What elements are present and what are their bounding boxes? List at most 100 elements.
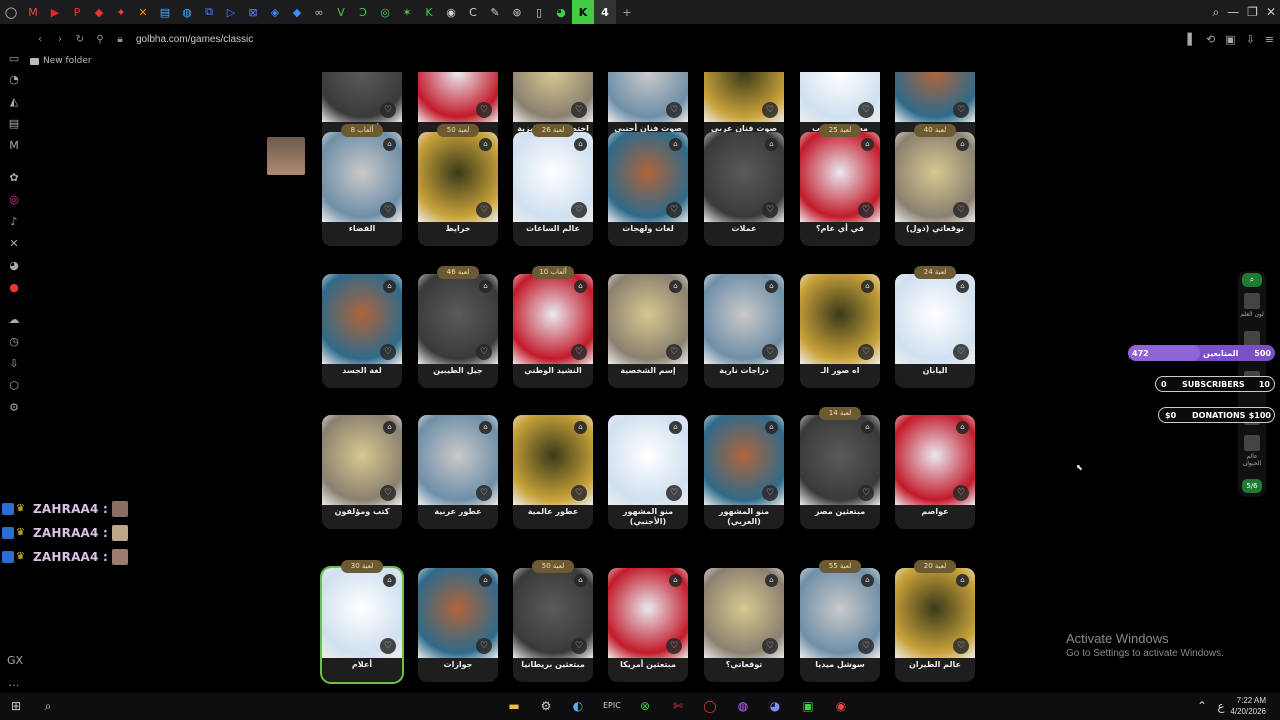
favorite-heart-icon[interactable]: ♡ (666, 102, 682, 118)
info-icon[interactable]: ⌂ (765, 280, 778, 293)
tab-icon[interactable]: ◆ (88, 0, 110, 24)
game-card[interactable]: ⌂ ♡ عواصم (895, 415, 975, 529)
info-icon[interactable]: ⌂ (669, 421, 682, 434)
tab-icon[interactable]: ◕ (550, 0, 572, 24)
favorite-heart-icon[interactable]: ♡ (953, 102, 969, 118)
tab-icon[interactable]: ⧉ (198, 0, 220, 24)
favorite-heart-icon[interactable]: ♡ (380, 638, 396, 654)
reload-icon[interactable]: ↻ (70, 34, 90, 45)
language-icon[interactable]: ع (1213, 698, 1229, 714)
favorite-heart-icon[interactable]: ♡ (476, 638, 492, 654)
chatgpt-icon[interactable]: ✿ (7, 171, 21, 185)
tiktok-icon[interactable]: ♪ (7, 215, 21, 229)
tab-icon[interactable]: ▯ (528, 0, 550, 24)
favorite-heart-icon[interactable]: ♡ (571, 344, 587, 360)
favorite-heart-icon[interactable]: ♡ (666, 638, 682, 654)
tab-icon[interactable]: Ɔ (352, 0, 374, 24)
aria-icon[interactable]: ◔ (7, 73, 21, 87)
game-card[interactable]: ⌂ ♡ 8 ألعاب الفضاء (322, 124, 402, 246)
pinterest-tab-icon[interactable]: P (66, 0, 88, 24)
favorite-heart-icon[interactable]: ♡ (762, 638, 778, 654)
game-card[interactable]: ⌂ ♡ 14 لعبة مبتعثين مصر (800, 407, 880, 529)
tab-icon[interactable]: ✦ (110, 0, 132, 24)
game-card[interactable]: ⌂ ♡ إسم الشخصية (608, 274, 688, 388)
game-card[interactable]: ⌂ ♡ كتب ومؤلفون (322, 415, 402, 529)
tab-icon[interactable]: ▷ (220, 0, 242, 24)
favorite-heart-icon[interactable]: ♡ (762, 102, 778, 118)
game-card[interactable]: ⌂ ♡ 30 لعبة أعلام (320, 560, 404, 684)
settings-icon[interactable]: ⚙ (538, 698, 554, 714)
instagram-icon[interactable]: ◎ (7, 193, 21, 207)
capcut-icon[interactable]: ✄ (670, 698, 686, 714)
favorite-heart-icon[interactable]: ♡ (380, 344, 396, 360)
bookmark-new-folder[interactable]: New folder (43, 56, 92, 66)
favorite-heart-icon[interactable]: ♡ (380, 202, 396, 218)
extensions-icon[interactable]: ⬡ (7, 379, 21, 393)
workspaces-icon[interactable]: ▭ (7, 52, 21, 66)
favorite-heart-icon[interactable]: ♡ (953, 202, 969, 218)
game-card[interactable]: ⌂ ♡ منو المشهور (العربي) (704, 415, 784, 529)
info-icon[interactable]: ⌂ (479, 280, 492, 293)
favorite-heart-icon[interactable]: ♡ (858, 344, 874, 360)
info-icon[interactable]: ⌂ (765, 421, 778, 434)
favorite-heart-icon[interactable]: ♡ (476, 202, 492, 218)
steam-icon[interactable]: ◐ (570, 698, 586, 714)
favorite-heart-icon[interactable]: ♡ (858, 102, 874, 118)
info-icon[interactable]: ⌂ (383, 138, 396, 151)
favorite-heart-icon[interactable]: ♡ (953, 638, 969, 654)
tab-icon[interactable]: ◍ (176, 0, 198, 24)
panel-thumbnail[interactable] (1244, 435, 1260, 451)
game-card[interactable]: ⌂ ♡ لغة الجسد (322, 274, 402, 388)
notes-icon[interactable]: ▤ (7, 117, 21, 131)
epic-icon[interactable]: EPIC (603, 698, 621, 714)
app-icon[interactable]: ● (7, 281, 21, 295)
tray-chevron-icon[interactable]: ⌃ (1194, 698, 1210, 714)
favorite-heart-icon[interactable]: ♡ (476, 485, 492, 501)
extension-icon[interactable]: ▣ (1225, 33, 1235, 46)
favorite-heart-icon[interactable]: ♡ (571, 638, 587, 654)
tab-icon[interactable]: ◎ (374, 0, 396, 24)
favorite-heart-icon[interactable]: ♡ (762, 344, 778, 360)
new-tab-icon[interactable]: + (616, 0, 638, 24)
tab-icon[interactable]: ◈ (264, 0, 286, 24)
tab-icon[interactable]: V (330, 0, 352, 24)
favorite-heart-icon[interactable]: ♡ (953, 344, 969, 360)
forward-icon[interactable]: › (50, 34, 70, 45)
game-card[interactable]: ⌂ ♡ عطور عربية (418, 415, 498, 529)
tab-icon[interactable]: ✕ (132, 0, 154, 24)
info-icon[interactable]: ⌂ (956, 280, 969, 293)
active-tab[interactable]: 4 (594, 0, 616, 24)
info-icon[interactable]: ⌂ (669, 280, 682, 293)
info-icon[interactable]: ⌂ (383, 574, 396, 587)
maximize-icon[interactable]: ❐ (1247, 5, 1258, 19)
minimize-icon[interactable]: — (1227, 5, 1239, 19)
discord-icon[interactable]: ◕ (7, 259, 21, 273)
sidebar-toggle-icon[interactable]: ▌ (1187, 33, 1195, 46)
game-card[interactable]: ⌂ ♡ توقعاتي؟ (704, 568, 784, 682)
gx-icon[interactable]: GX (7, 654, 23, 668)
game-card[interactable]: ⌂ ♡ دراجات نارية (704, 274, 784, 388)
opera-gx-icon[interactable]: ◯ (702, 698, 718, 714)
favorite-heart-icon[interactable]: ♡ (666, 344, 682, 360)
favorite-heart-icon[interactable]: ♡ (571, 102, 587, 118)
tab-icon[interactable]: ◉ (440, 0, 462, 24)
game-card[interactable]: ⌂ ♡ 46 لعبة جيل الطيبين (418, 266, 498, 388)
download-icon[interactable]: ⇩ (1246, 33, 1255, 46)
game-card[interactable]: ⌂ ♡ 26 لعبة عالم الساعات (513, 124, 593, 246)
tab-icon[interactable]: ⊛ (506, 0, 528, 24)
favorite-heart-icon[interactable]: ♡ (858, 202, 874, 218)
search-icon[interactable]: ⌕ (40, 698, 56, 714)
game-card[interactable]: ⌂ ♡ 20 لعبة عالم الطيران (895, 560, 975, 682)
info-icon[interactable]: ⌂ (956, 138, 969, 151)
info-icon[interactable]: ⌂ (956, 421, 969, 434)
tab-icon[interactable]: K (418, 0, 440, 24)
game-card[interactable]: ⌂ ♡ 24 لعبة اليابان (895, 266, 975, 388)
favorite-heart-icon[interactable]: ♡ (666, 202, 682, 218)
info-icon[interactable]: ⌂ (861, 421, 874, 434)
search-icon[interactable]: ⌕ (1242, 273, 1262, 287)
kick-tab-icon[interactable]: K (572, 0, 594, 24)
more-icon[interactable]: … (7, 676, 21, 690)
favorite-heart-icon[interactable]: ♡ (858, 485, 874, 501)
tab-icon[interactable]: ✶ (396, 0, 418, 24)
panel-page-indicator[interactable]: 5/6 (1242, 479, 1262, 493)
